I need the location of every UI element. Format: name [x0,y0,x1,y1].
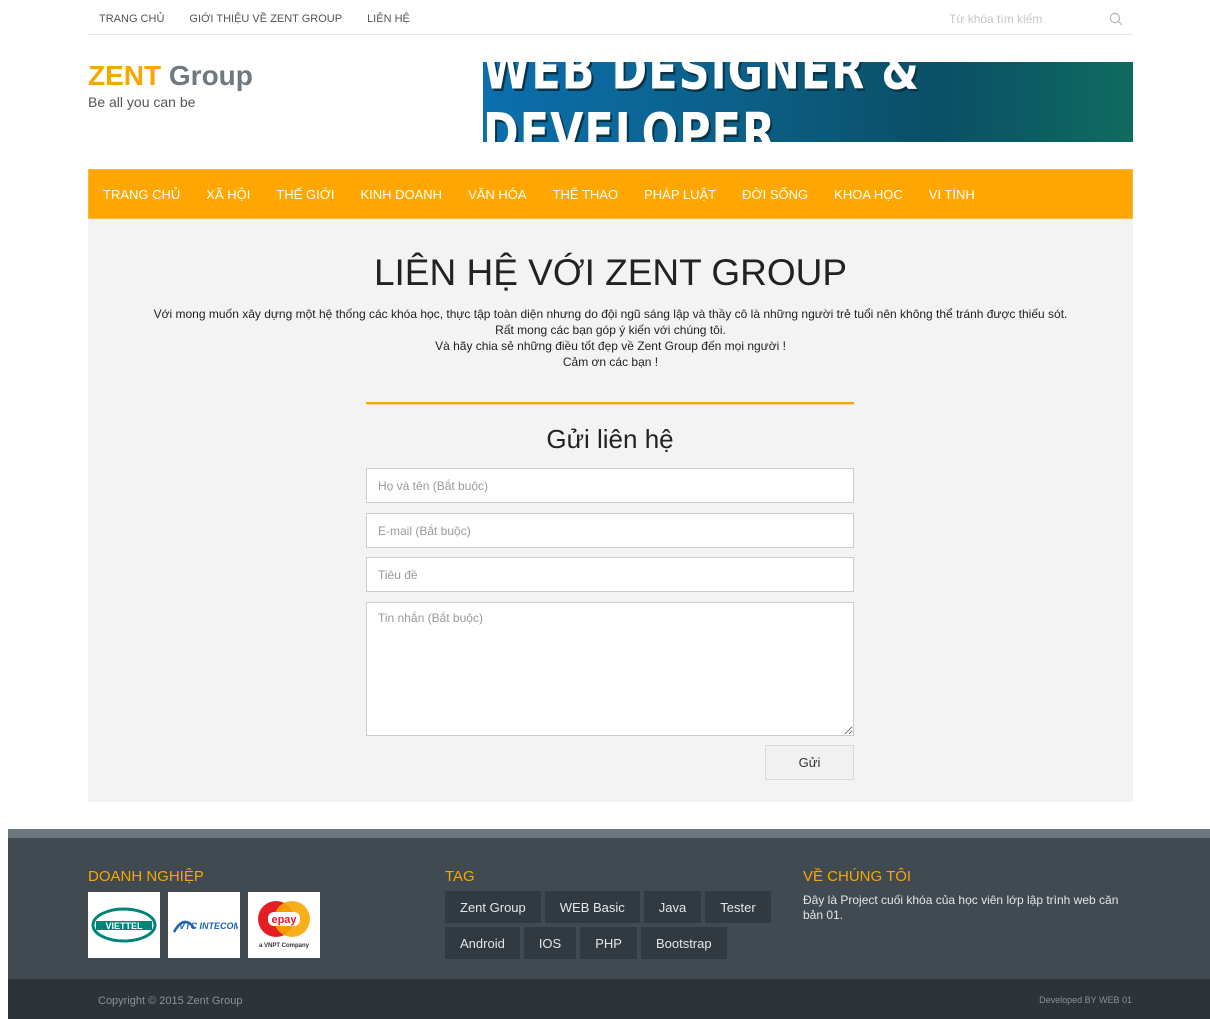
logo-brand-zent: ZENT [88,60,162,91]
tag-item[interactable]: IOS [523,927,577,959]
main-nav-item-science[interactable]: KHOA HỌC [834,187,903,202]
tag-cloud: Zent Group WEB Basic Java Tester Android… [445,891,785,959]
main-nav-item-sports[interactable]: THỂ THAO [553,187,619,202]
vnpt-caption: a VNPT Company [259,943,310,949]
vtc-intecom-logo[interactable]: VTC INTECOM [168,892,240,958]
intro-text: Với mong muốn xây dựng một hệ thống các … [88,306,1133,370]
vtc-logo-text: VTC INTECOM [179,921,238,931]
message-field[interactable] [366,602,854,736]
bottom-bar: Copyright © 2015 Zent Group Developed BY… [8,979,1210,1019]
footer: DOANH NGHIỆP TAG VỀ CHÚNG TÔI VIETTEL VT… [8,829,1210,979]
intro-line: Với mong muốn xây dựng một hệ thống các … [153,307,1068,321]
tag-item[interactable]: Java [643,891,702,923]
intro-line: Và hãy chia sẻ những điều tốt đẹp về Zen… [435,339,786,353]
top-nav-contact-link[interactable]: LIÊN HỆ [367,13,410,25]
logo-text: ZENT Group [88,60,253,92]
partner-logos: VIETTEL VTC INTECOM epay a VNPT Company [88,892,320,958]
epay-logo-text: epay [271,914,297,926]
copyright: Copyright © 2015 Zent Group [98,995,242,1007]
search-input[interactable] [943,8,1103,30]
search-icon[interactable] [1109,12,1123,26]
top-nav-home-link[interactable]: TRANG CHỦ [99,13,164,25]
viettel-logo-text: VIETTEL [105,921,143,931]
top-bar: TRANG CHỦ GIỚI THIỆU VỀ ZENT GROUP LIÊN … [88,0,1133,35]
main-nav-item-society[interactable]: XÃ HỘI [206,187,250,202]
intro-line: Cảm ơn các bạn ! [562,355,659,369]
footer-business-title: DOANH NGHIỆP [88,868,204,885]
page-title: LIÊN HỆ VỚI ZENT GROUP [373,252,848,293]
tag-item[interactable]: Bootstrap [640,927,727,959]
form-title: Gửi liên hệ [546,424,674,454]
email-field[interactable] [366,513,854,548]
main-nav-item-world[interactable]: THẾ GIỚI [276,187,334,202]
logo-brand-group: Group [161,60,253,91]
viettel-logo[interactable]: VIETTEL [88,892,160,958]
main-nav-item-life[interactable]: ĐỜI SỐNG [742,187,808,202]
form-divider [366,402,854,405]
main-nav-item-culture[interactable]: VĂN HÓA [468,187,527,202]
main-nav-item-home[interactable]: TRANG CHỦ [103,187,180,202]
contact-content: LIÊN HỆ VỚI ZENT GROUP Với mong muốn xây… [88,219,1133,802]
tag-item[interactable]: Zent Group [445,891,541,923]
copyright-prefix: Copyright © 2015 [98,995,187,1007]
copyright-brand-link[interactable]: Zent Group [187,995,243,1007]
tag-item[interactable]: Android [445,927,520,959]
main-nav-item-computing[interactable]: VI TÍNH [929,187,975,202]
banner-text: WEB DESIGNER & DEVELOPER [483,62,920,142]
header-banner: WEB DESIGNER & DEVELOPER [483,62,1133,142]
top-nav-about-link[interactable]: GIỚI THIỆU VỀ ZENT GROUP [189,13,342,25]
developed-by: Developed BY WEB 01 [1039,995,1132,1005]
tag-item[interactable]: WEB Basic [544,891,640,923]
intro-line: Rất mong các bạn góp ý kiến với chúng tô… [495,323,726,337]
epay-logo[interactable]: epay a VNPT Company [248,892,320,958]
logo-tagline: Be all you can be [88,94,196,110]
search-box [943,8,1133,30]
footer-tag-title: TAG [445,868,475,885]
about-text: Đây là Project cuối khóa của học viên lớ… [803,893,1119,922]
send-button[interactable]: Gửi [765,745,854,780]
tag-item[interactable]: Tester [705,891,771,923]
tag-item[interactable]: PHP [580,927,637,959]
main-nav-item-business[interactable]: KINH DOANH [360,187,442,202]
subject-field[interactable] [366,557,854,592]
top-nav: TRANG CHỦ GIỚI THIỆU VỀ ZENT GROUP LIÊN … [99,13,435,25]
name-field[interactable] [366,468,854,503]
main-nav-item-law[interactable]: PHÁP LUẬT [644,187,716,202]
site-logo[interactable]: ZENT Group Be all you can be [88,60,253,110]
footer-about-title: VỀ CHÚNG TÔI [803,868,912,885]
main-nav: TRANG CHỦ XÃ HỘI THẾ GIỚI KINH DOANH VĂN… [88,169,1133,219]
